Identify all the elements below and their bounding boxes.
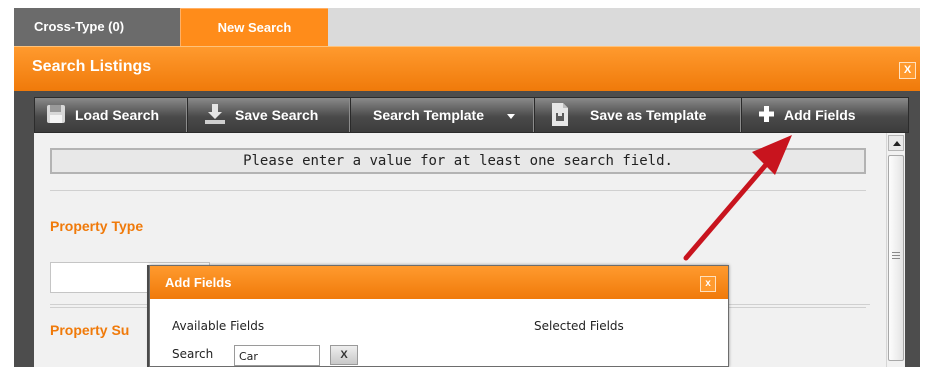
scroll-thumb[interactable] [888, 155, 904, 361]
available-fields-label: Available Fields [172, 319, 265, 333]
selected-fields-label: Selected Fields [534, 319, 624, 333]
document-save-icon [552, 103, 568, 126]
property-type-label: Property Type [50, 218, 144, 234]
dropdown-caret-icon [507, 114, 515, 119]
add-fields-title: Add Fields [165, 275, 232, 290]
dialog-title: Search Listings [32, 58, 152, 75]
clear-search-button[interactable]: X [330, 345, 358, 365]
validation-message: Please enter a value for at least one se… [50, 148, 866, 174]
add-fields-close-button[interactable]: x [700, 276, 716, 292]
add-fields-button[interactable]: Add Fields [742, 98, 908, 132]
load-search-label: Load Search [75, 107, 160, 123]
vertical-scrollbar[interactable] [886, 133, 905, 367]
scroll-up-button[interactable] [888, 135, 904, 151]
save-as-template-button[interactable]: Save as Template [535, 98, 742, 132]
search-template-dropdown[interactable]: Search Template [351, 98, 535, 132]
search-toolbar: Load Search Save Search Search Template … [34, 97, 909, 133]
search-template-label: Search Template [373, 107, 485, 123]
tab-cross-type[interactable]: Cross-Type (0) [14, 8, 180, 46]
load-search-button[interactable]: Load Search [35, 98, 188, 132]
save-as-template-label: Save as Template [590, 107, 707, 123]
save-search-button[interactable]: Save Search [188, 98, 351, 132]
dialog-close-button[interactable]: X [899, 62, 916, 79]
tab-new-search[interactable]: New Search [180, 8, 328, 46]
save-download-icon [205, 104, 225, 124]
divider [50, 190, 866, 191]
add-fields-titlebar: Add Fields x [150, 266, 728, 299]
plus-icon [759, 106, 774, 122]
dialog-titlebar: Search Listings X [14, 46, 920, 91]
tab-strip: Cross-Type (0) New Search [14, 8, 920, 46]
search-label: Search [172, 347, 214, 361]
field-search-input[interactable]: Car [234, 345, 320, 366]
save-search-label: Save Search [235, 107, 319, 123]
add-fields-label: Add Fields [784, 107, 856, 123]
floppy-disk-icon [47, 105, 65, 123]
property-subtype-label: Property Su [50, 322, 130, 338]
add-fields-dialog: Add Fields x Available Fields Selected F… [149, 265, 729, 367]
grip-icon [892, 252, 900, 261]
